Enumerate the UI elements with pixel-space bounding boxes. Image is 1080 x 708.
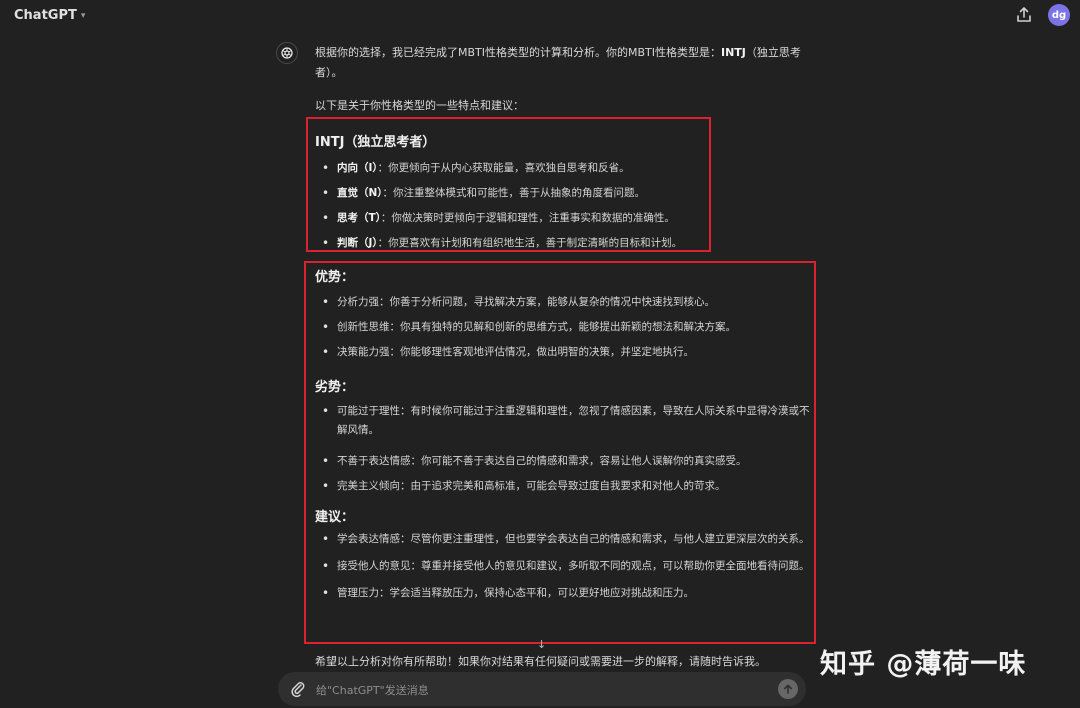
strengths-title: 优势： (315, 270, 355, 285)
arrow-down-icon[interactable]: ↓ (537, 638, 546, 651)
arrow-up-icon (784, 684, 792, 694)
subheading: 以下是关于你性格类型的一些特点和建议： (315, 99, 524, 112)
closing-paragraph: 希望以上分析对你有所帮助！如果你对结果有任何疑问或需要进一步的解释，请随时告诉我… (315, 655, 766, 668)
list-item: 直觉（N）：你注重整体模式和可能性，善于从抽象的角度看问题。 (322, 181, 682, 206)
list-item: 学会表达情感：尽管你更注重理性，但也要学会表达自己的情感和需求，与他人建立更深层… (322, 530, 810, 549)
strengths-list: 分析力强：你善于分析问题，寻找解决方案，能够从复杂的情况中快速找到核心。 创新性… (322, 290, 736, 365)
openai-logo-icon (276, 42, 298, 64)
type-list: 内向（I）：你更倾向于从内心获取能量，喜欢独自思考和反省。 直觉（N）：你注重整… (322, 156, 682, 256)
message-composer[interactable]: 给"ChatGPT"发送消息 (278, 672, 806, 706)
list-item: 创新性思维：你具有独特的见解和创新的思维方式，能够提出新颖的想法和解决方案。 (322, 315, 736, 340)
paperclip-icon[interactable] (290, 680, 306, 698)
avatar[interactable]: dg (1048, 4, 1070, 26)
list-item: 可能过于理性：有时候你可能过于注重逻辑和理性，忽视了情感因素，导致在人际关系中显… (322, 402, 810, 440)
app-title: ChatGPT (14, 8, 77, 23)
intro-type: INTJ (721, 46, 746, 59)
list-item: 管理压力：学会适当释放压力，保持心态平和，可以更好地应对挑战和压力。 (322, 584, 810, 603)
send-button[interactable] (778, 679, 798, 699)
chevron-down-icon: ▾ (80, 10, 86, 21)
type-title: INTJ（独立思考者） (315, 135, 436, 150)
watermark: 知乎 @薄荷一味 (820, 649, 1027, 680)
list-item: 思考（T）：你做决策时更倾向于逻辑和理性，注重事实和数据的准确性。 (322, 206, 682, 231)
weaknesses-title: 劣势： (315, 380, 355, 395)
share-icon[interactable] (1015, 6, 1033, 24)
list-item: 接受他人的意见：尊重并接受他人的意见和建议，多听取不同的观点，可以帮助你更全面地… (322, 557, 810, 576)
list-item: 判断（J）：你更喜欢有计划和有组织地生活，善于制定清晰的目标和计划。 (322, 231, 682, 256)
top-bar: ChatGPT ▾ dg (0, 0, 1080, 30)
intro-paragraph: 根据你的选择，我已经完成了MBTI性格类型的计算和分析。你的MBTI性格类型是：… (315, 46, 801, 79)
list-item: 内向（I）：你更倾向于从内心获取能量，喜欢独自思考和反省。 (322, 156, 682, 181)
list-item: 分析力强：你善于分析问题，寻找解决方案，能够从复杂的情况中快速找到核心。 (322, 290, 736, 315)
list-item: 完美主义倾向：由于追求完美和高标准，可能会导致过度自我要求和对他人的苛求。 (322, 477, 810, 496)
message-input[interactable]: 给"ChatGPT"发送消息 (316, 682, 429, 698)
weaknesses-list: 可能过于理性：有时候你可能过于注重逻辑和理性，忽视了情感因素，导致在人际关系中显… (322, 402, 810, 496)
advice-title: 建议： (315, 510, 355, 525)
list-item: 决策能力强：你能够理性客观地评估情况，做出明智的决策，并坚定地执行。 (322, 340, 736, 365)
model-selector[interactable]: ChatGPT ▾ (14, 8, 85, 23)
list-item: 不善于表达情感：你可能不善于表达自己的情感和需求，容易让他人误解你的真实感受。 (322, 452, 810, 471)
advice-list: 学会表达情感：尽管你更注重理性，但也要学会表达自己的情感和需求，与他人建立更深层… (322, 530, 810, 603)
